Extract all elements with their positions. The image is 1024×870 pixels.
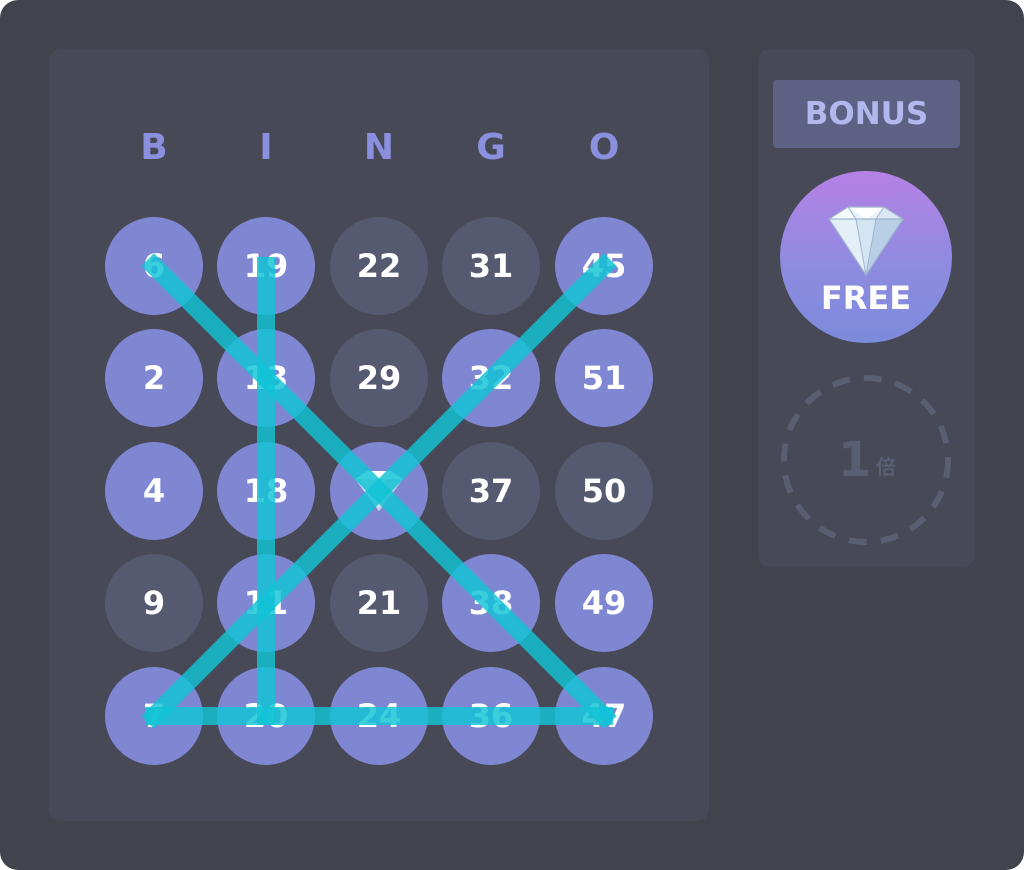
bingo-number-ball[interactable]: 13 — [217, 329, 315, 427]
bingo-number-ball[interactable]: 7 — [105, 667, 203, 765]
bingo-number-ball[interactable]: 11 — [217, 554, 315, 652]
bingo-number-ball[interactable]: 4 — [105, 442, 203, 540]
bingo-number-ball[interactable]: 31 — [442, 217, 540, 315]
diamond-icon — [355, 471, 403, 511]
bingo-number-ball[interactable]: 32 — [442, 329, 540, 427]
column-header-i: I — [259, 127, 273, 168]
bingo-number-ball[interactable]: 24 — [330, 667, 428, 765]
bonus-label: BONUS — [773, 80, 960, 148]
free-space-cell[interactable] — [330, 442, 428, 540]
bingo-number-ball[interactable]: 19 — [217, 217, 315, 315]
bingo-number-ball[interactable]: 50 — [555, 442, 653, 540]
bingo-number-ball[interactable]: 20 — [217, 667, 315, 765]
bingo-number-ball[interactable]: 36 — [442, 667, 540, 765]
free-label: FREE — [820, 279, 912, 317]
column-header-b: B — [140, 127, 168, 168]
multiplier-value: 1 — [838, 432, 872, 488]
bingo-number-ball[interactable]: 47 — [555, 667, 653, 765]
bingo-number-ball[interactable]: 49 — [555, 554, 653, 652]
column-header-n: N — [363, 127, 395, 168]
bingo-game-frame: B I N G O 6 19 22 31 45 2 13 29 32 51 4 18 37 50 9 11 21 38 49… — [0, 0, 1024, 870]
bingo-number-ball[interactable]: 37 — [442, 442, 540, 540]
multiplier-unit: 倍 — [876, 455, 896, 479]
bingo-number-ball[interactable]: 9 — [105, 554, 203, 652]
bingo-number-ball[interactable]: 38 — [442, 554, 540, 652]
bingo-number-ball[interactable]: 22 — [330, 217, 428, 315]
bingo-number-ball[interactable]: 18 — [217, 442, 315, 540]
bingo-number-ball[interactable]: 29 — [330, 329, 428, 427]
bingo-number-ball[interactable]: 2 — [105, 329, 203, 427]
bingo-number-ball[interactable]: 45 — [555, 217, 653, 315]
bingo-number-ball[interactable]: 21 — [330, 554, 428, 652]
bingo-number-ball[interactable]: 6 — [105, 217, 203, 315]
column-header-g: G — [476, 127, 506, 168]
bingo-number-ball[interactable]: 51 — [555, 329, 653, 427]
column-header-o: O — [588, 127, 620, 168]
